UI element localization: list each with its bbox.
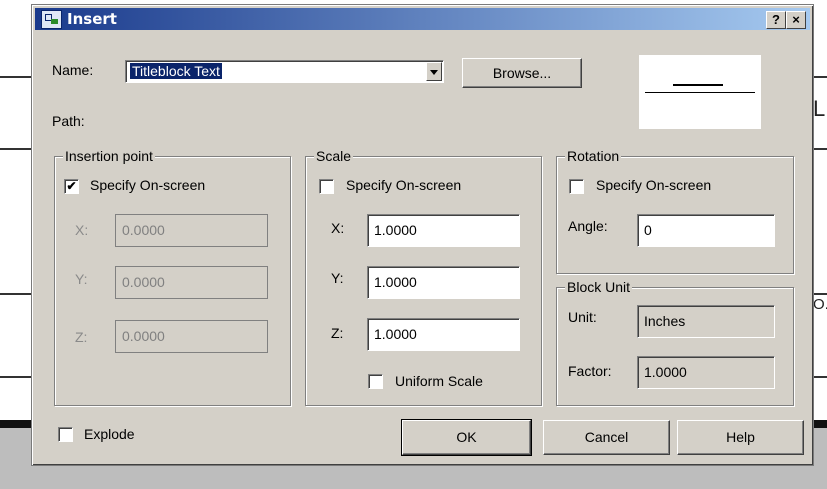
- scale-y-label: Y:: [331, 270, 344, 286]
- insertion-point-group: Insertion point ✔ Specify On-screen X: 0…: [54, 148, 291, 406]
- angle-field[interactable]: 0: [637, 214, 775, 247]
- scale-y-field[interactable]: 1.0000: [367, 266, 520, 299]
- block-unit-group: Block Unit Unit: Inches Factor: 1.0000: [556, 279, 794, 406]
- insert-block-icon: [41, 10, 62, 29]
- factor-label: Factor:: [568, 363, 612, 379]
- block-unit-title: Block Unit: [565, 279, 633, 295]
- insertion-specify-checkbox[interactable]: ✔: [64, 179, 79, 194]
- ok-button[interactable]: OK: [401, 419, 532, 456]
- insertion-y-label: Y:: [75, 271, 88, 287]
- background-text: L: [813, 96, 826, 121]
- background-line: [812, 76, 827, 78]
- background-line: [812, 148, 827, 150]
- background-line: [812, 293, 827, 295]
- scale-title: Scale: [314, 148, 354, 164]
- scale-specify-label[interactable]: Specify On-screen: [346, 177, 461, 193]
- uniform-scale-label[interactable]: Uniform Scale: [395, 373, 483, 389]
- preview-line: [673, 84, 723, 86]
- insertion-y-field[interactable]: 0.0000: [115, 266, 268, 299]
- insertion-x-label: X:: [75, 222, 89, 238]
- rotation-specify-label[interactable]: Specify On-screen: [596, 177, 711, 193]
- path-label: Path:: [52, 113, 85, 129]
- insertion-specify-label[interactable]: Specify On-screen: [90, 177, 205, 193]
- background-line: [812, 376, 827, 378]
- preview-line: [645, 92, 755, 93]
- unit-label: Unit:: [568, 309, 597, 325]
- scale-z-label: Z:: [331, 325, 344, 341]
- unit-field: Inches: [637, 305, 775, 338]
- chevron-down-icon[interactable]: [426, 62, 442, 81]
- insertion-x-field[interactable]: 0.0000: [115, 214, 268, 247]
- dialog-title: Insert: [67, 10, 117, 28]
- background-line: [0, 148, 31, 150]
- scale-x-field[interactable]: 1.0000: [367, 214, 520, 247]
- angle-label: Angle:: [568, 218, 608, 234]
- scale-group: Scale Specify On-screen X: 1.0000 Y: 1.0…: [305, 148, 542, 406]
- scale-specify-checkbox[interactable]: [319, 179, 334, 194]
- insert-dialog: Insert ? × Name: Titleblock Text Browse.…: [31, 4, 814, 466]
- scale-x-label: X:: [331, 220, 345, 236]
- block-preview: [639, 55, 761, 129]
- cancel-button[interactable]: Cancel: [543, 420, 670, 455]
- scale-z-field[interactable]: 1.0000: [367, 318, 520, 351]
- rotation-title: Rotation: [565, 148, 622, 164]
- name-label: Name:: [52, 62, 94, 78]
- insertion-z-field[interactable]: 0.0000: [115, 320, 268, 353]
- background-text: O.: [813, 296, 827, 313]
- name-value: Titleblock Text: [130, 63, 222, 79]
- uniform-scale-checkbox[interactable]: [368, 374, 383, 389]
- help-button[interactable]: Help: [677, 420, 804, 455]
- help-title-button[interactable]: ?: [766, 11, 786, 29]
- title-bar[interactable]: Insert ? ×: [35, 8, 810, 30]
- background-line: [0, 76, 31, 78]
- rotation-group: Rotation Specify On-screen Angle: 0: [556, 148, 794, 274]
- background-line: [0, 376, 31, 378]
- background-line: [0, 293, 31, 295]
- explode-checkbox[interactable]: [58, 427, 73, 442]
- name-combobox[interactable]: Titleblock Text: [125, 60, 444, 83]
- insertion-z-label: Z:: [75, 329, 88, 345]
- rotation-specify-checkbox[interactable]: [569, 179, 584, 194]
- browse-button[interactable]: Browse...: [462, 58, 582, 88]
- insertion-point-title: Insertion point: [63, 148, 155, 164]
- factor-field: 1.0000: [637, 356, 775, 389]
- close-button[interactable]: ×: [786, 11, 806, 29]
- explode-label[interactable]: Explode: [84, 426, 135, 442]
